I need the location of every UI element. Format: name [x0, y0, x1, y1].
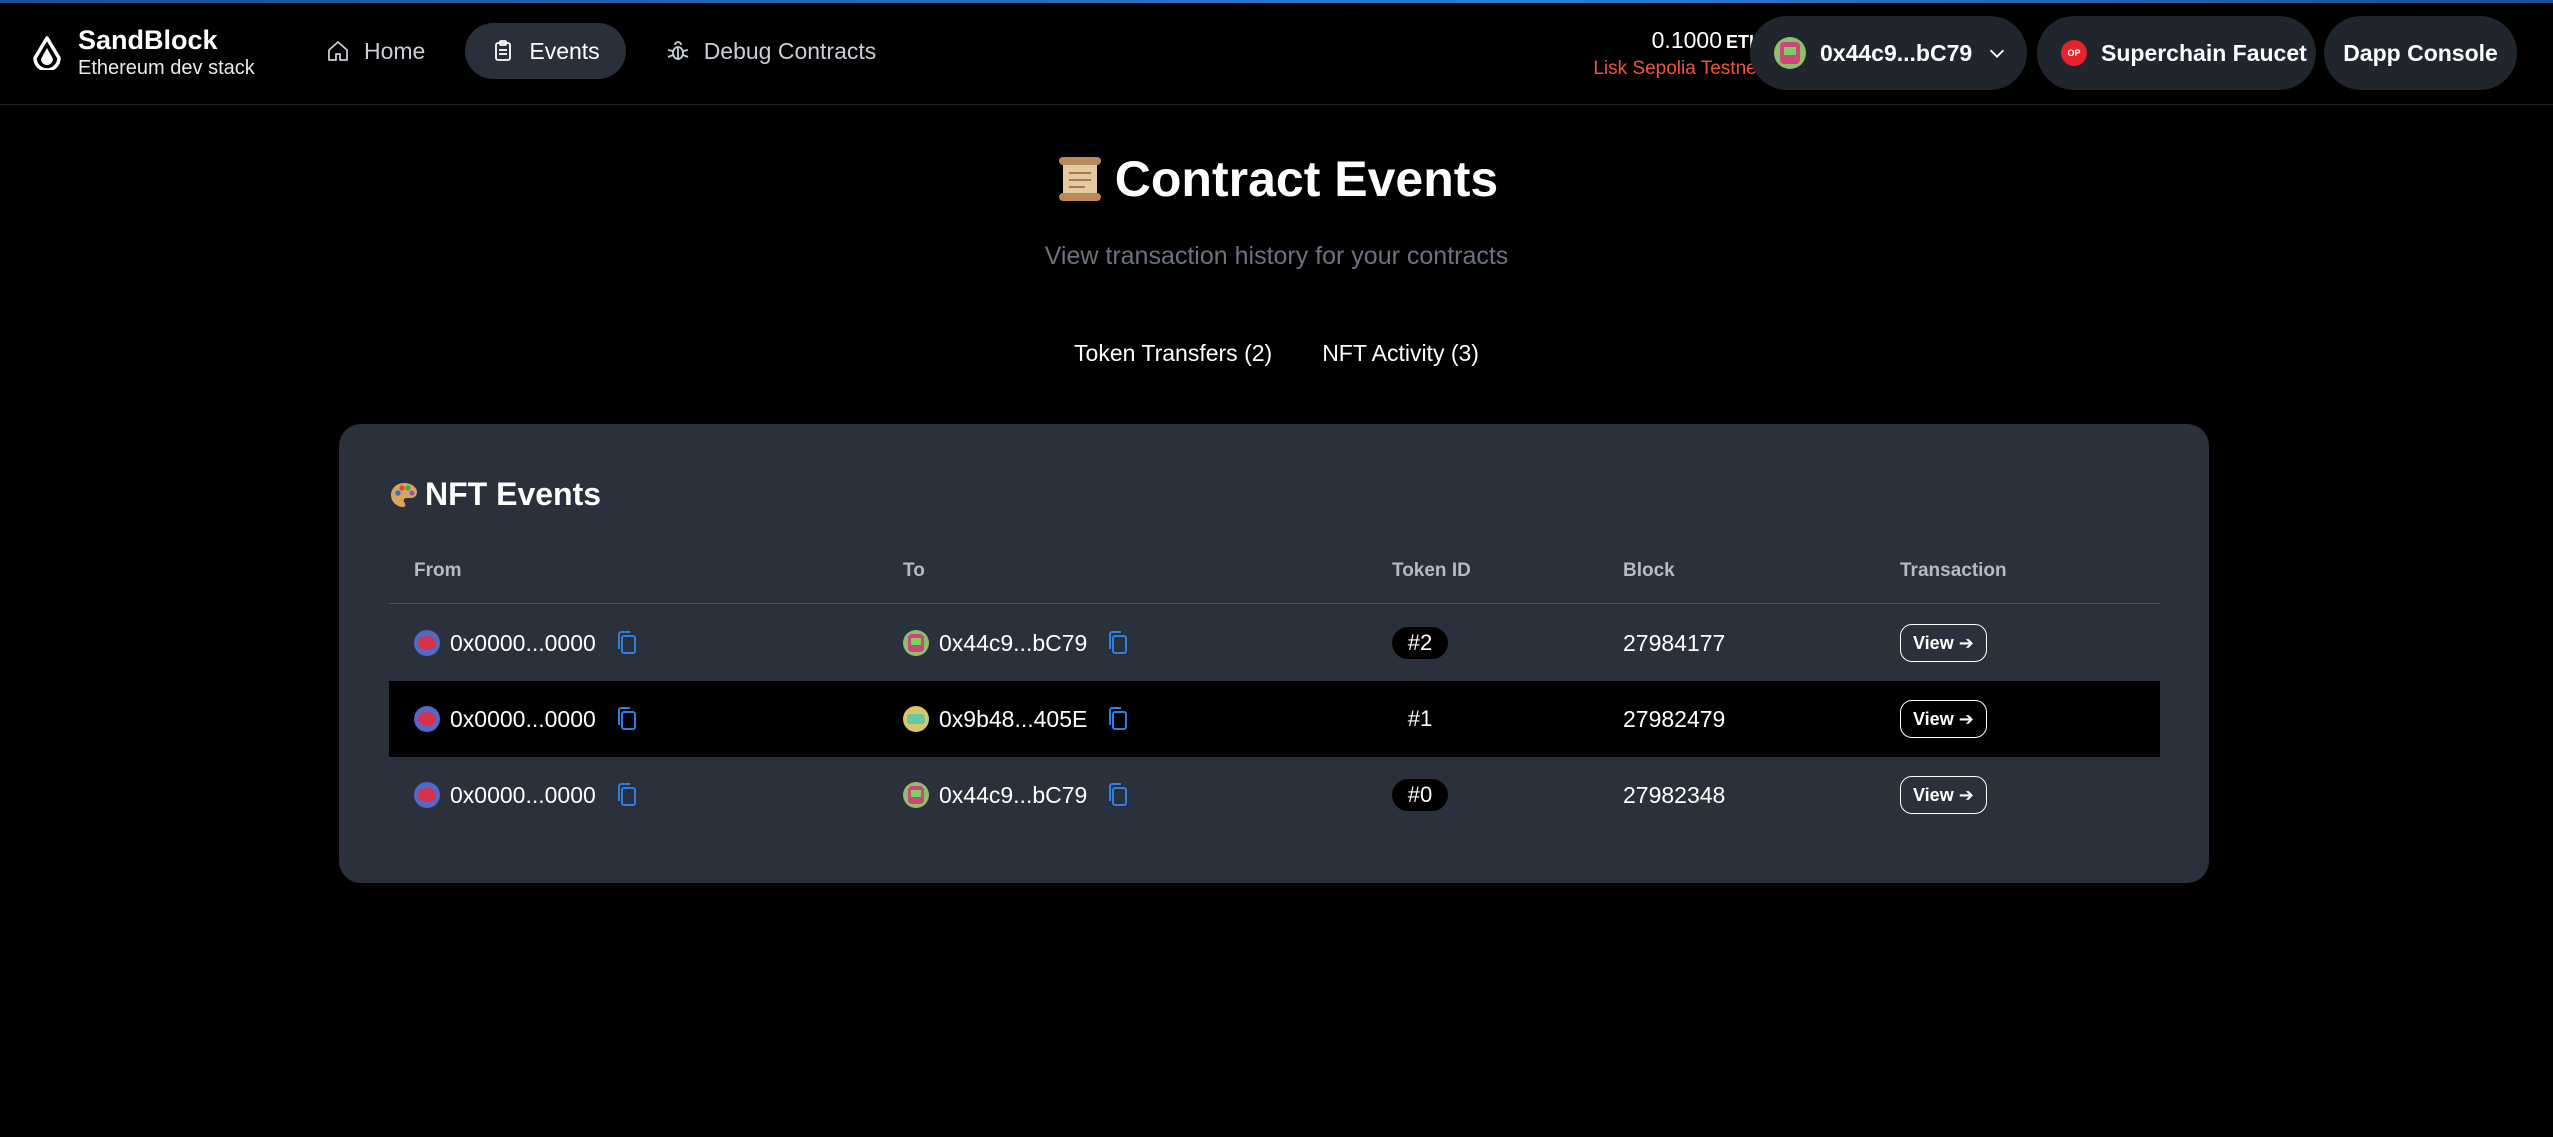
from-address: 0x0000...0000	[450, 705, 596, 732]
table-header: From To Token ID Block Transaction	[389, 560, 2160, 604]
token-id-cell: #1	[1392, 681, 1448, 757]
to-avatar	[903, 706, 929, 732]
column-token-id: Token ID	[1392, 560, 1471, 581]
tab-nft-activity[interactable]: NFT Activity (3)	[1322, 336, 1479, 371]
dapp-console-button[interactable]: Dapp Console	[2324, 16, 2517, 90]
token-id-cell: #2	[1392, 605, 1448, 681]
nav-home[interactable]: Home	[300, 23, 451, 79]
chevron-down-icon	[1990, 49, 2005, 58]
event-tabs: Token Transfers (2) NFT Activity (3)	[0, 336, 2553, 371]
copy-icon[interactable]	[1105, 629, 1131, 657]
balance-value: 0.1000	[1651, 27, 1722, 53]
from-avatar	[414, 630, 440, 656]
to-cell: 0x44c9...bC79	[903, 605, 1131, 681]
balance-amount: 0.1000 ETH	[1593, 25, 1762, 57]
table-row: 0x0000...0000 0x44c9...bC79 #2 27984177 …	[389, 605, 2160, 681]
transaction-cell: View ➔	[1900, 605, 1987, 681]
wallet-balance: 0.1000 ETH Lisk Sepolia Testnet	[1593, 25, 1762, 81]
copy-icon[interactable]	[614, 781, 640, 809]
from-avatar	[414, 706, 440, 732]
drop-logo-icon	[33, 35, 61, 70]
copy-icon[interactable]	[1105, 781, 1131, 809]
scroll-icon	[1058, 157, 1101, 201]
column-block: Block	[1623, 560, 1675, 581]
block-number: 27982479	[1623, 705, 1726, 732]
table-row: 0x0000...0000 0x44c9...bC79 #0 27982348 …	[389, 757, 2160, 833]
table-row: 0x0000...0000 0x9b48...405E #1 27982479 …	[389, 681, 2160, 757]
column-from: From	[414, 560, 462, 581]
nav-debug-contracts[interactable]: Debug Contracts	[640, 23, 903, 79]
to-cell: 0x9b48...405E	[903, 681, 1131, 757]
from-address: 0x0000...0000	[450, 629, 596, 656]
to-avatar	[903, 782, 929, 808]
faucet-label: Superchain Faucet	[2101, 39, 2307, 66]
to-avatar	[903, 630, 929, 656]
to-address: 0x44c9...bC79	[939, 781, 1088, 808]
from-address: 0x0000...0000	[450, 781, 596, 808]
main-nav: Home Events Debug Contracts	[300, 23, 902, 79]
card-title: NFT Events	[389, 476, 601, 513]
bug-icon	[667, 41, 689, 60]
card-title-text: NFT Events	[425, 476, 602, 512]
header: SandBlock Ethereum dev stack Home Events…	[0, 3, 2553, 105]
block-number: 27982348	[1623, 781, 1726, 808]
token-id-badge: #2	[1392, 627, 1448, 659]
copy-icon[interactable]	[1105, 705, 1131, 733]
account-avatar	[1774, 37, 1806, 69]
palette-icon	[391, 482, 417, 507]
to-address: 0x44c9...bC79	[939, 629, 1088, 656]
copy-icon[interactable]	[614, 629, 640, 657]
token-id-badge: #1	[1407, 706, 1433, 731]
view-transaction-button[interactable]: View ➔	[1900, 776, 1987, 814]
transaction-cell: View ➔	[1900, 757, 1987, 833]
token-id-cell: #0	[1392, 757, 1448, 833]
superchain-faucet-button[interactable]: OP Superchain Faucet	[2037, 16, 2316, 90]
nav-events[interactable]: Events	[465, 23, 626, 79]
brand-name: SandBlock	[78, 25, 218, 55]
column-transaction: Transaction	[1900, 560, 2007, 581]
page-title-text: Contract Events	[1114, 151, 1499, 207]
copy-icon[interactable]	[614, 705, 640, 733]
optimism-icon: OP	[2061, 40, 2087, 66]
block-number: 27984177	[1623, 629, 1726, 656]
network-name: Lisk Sepolia Testnet	[1593, 58, 1762, 79]
home-icon	[328, 41, 348, 61]
nav-debug-label: Debug Contracts	[703, 37, 877, 64]
page-header: Contract Events	[0, 150, 2553, 210]
column-to: To	[903, 560, 925, 581]
nav-home-label: Home	[364, 37, 426, 64]
brand-logo[interactable]: SandBlock Ethereum dev stack	[32, 25, 255, 80]
nft-events-card: NFT Events From To Token ID Block Transa…	[339, 424, 2209, 883]
wallet-address: 0x44c9...bC79	[1820, 39, 1973, 66]
view-transaction-button[interactable]: View ➔	[1900, 624, 1987, 662]
token-id-badge: #0	[1392, 779, 1448, 811]
view-transaction-button[interactable]: View ➔	[1900, 700, 1987, 738]
transaction-cell: View ➔	[1900, 681, 1987, 757]
from-cell: 0x0000...0000	[414, 681, 640, 757]
console-label: Dapp Console	[2343, 39, 2498, 66]
nav-events-label: Events	[529, 37, 600, 64]
wallet-account-button[interactable]: 0x44c9...bC79	[1750, 16, 2027, 90]
clipboard-icon	[495, 40, 512, 61]
from-avatar	[414, 782, 440, 808]
to-cell: 0x44c9...bC79	[903, 757, 1131, 833]
from-cell: 0x0000...0000	[414, 605, 640, 681]
tab-token-transfers[interactable]: Token Transfers (2)	[1074, 336, 1272, 371]
to-address: 0x9b48...405E	[939, 705, 1088, 732]
from-cell: 0x0000...0000	[414, 757, 640, 833]
brand-tagline: Ethereum dev stack	[78, 57, 255, 79]
page-subtitle: View transaction history for your contra…	[1044, 242, 1509, 270]
page-title: Contract Events	[1055, 150, 1498, 208]
